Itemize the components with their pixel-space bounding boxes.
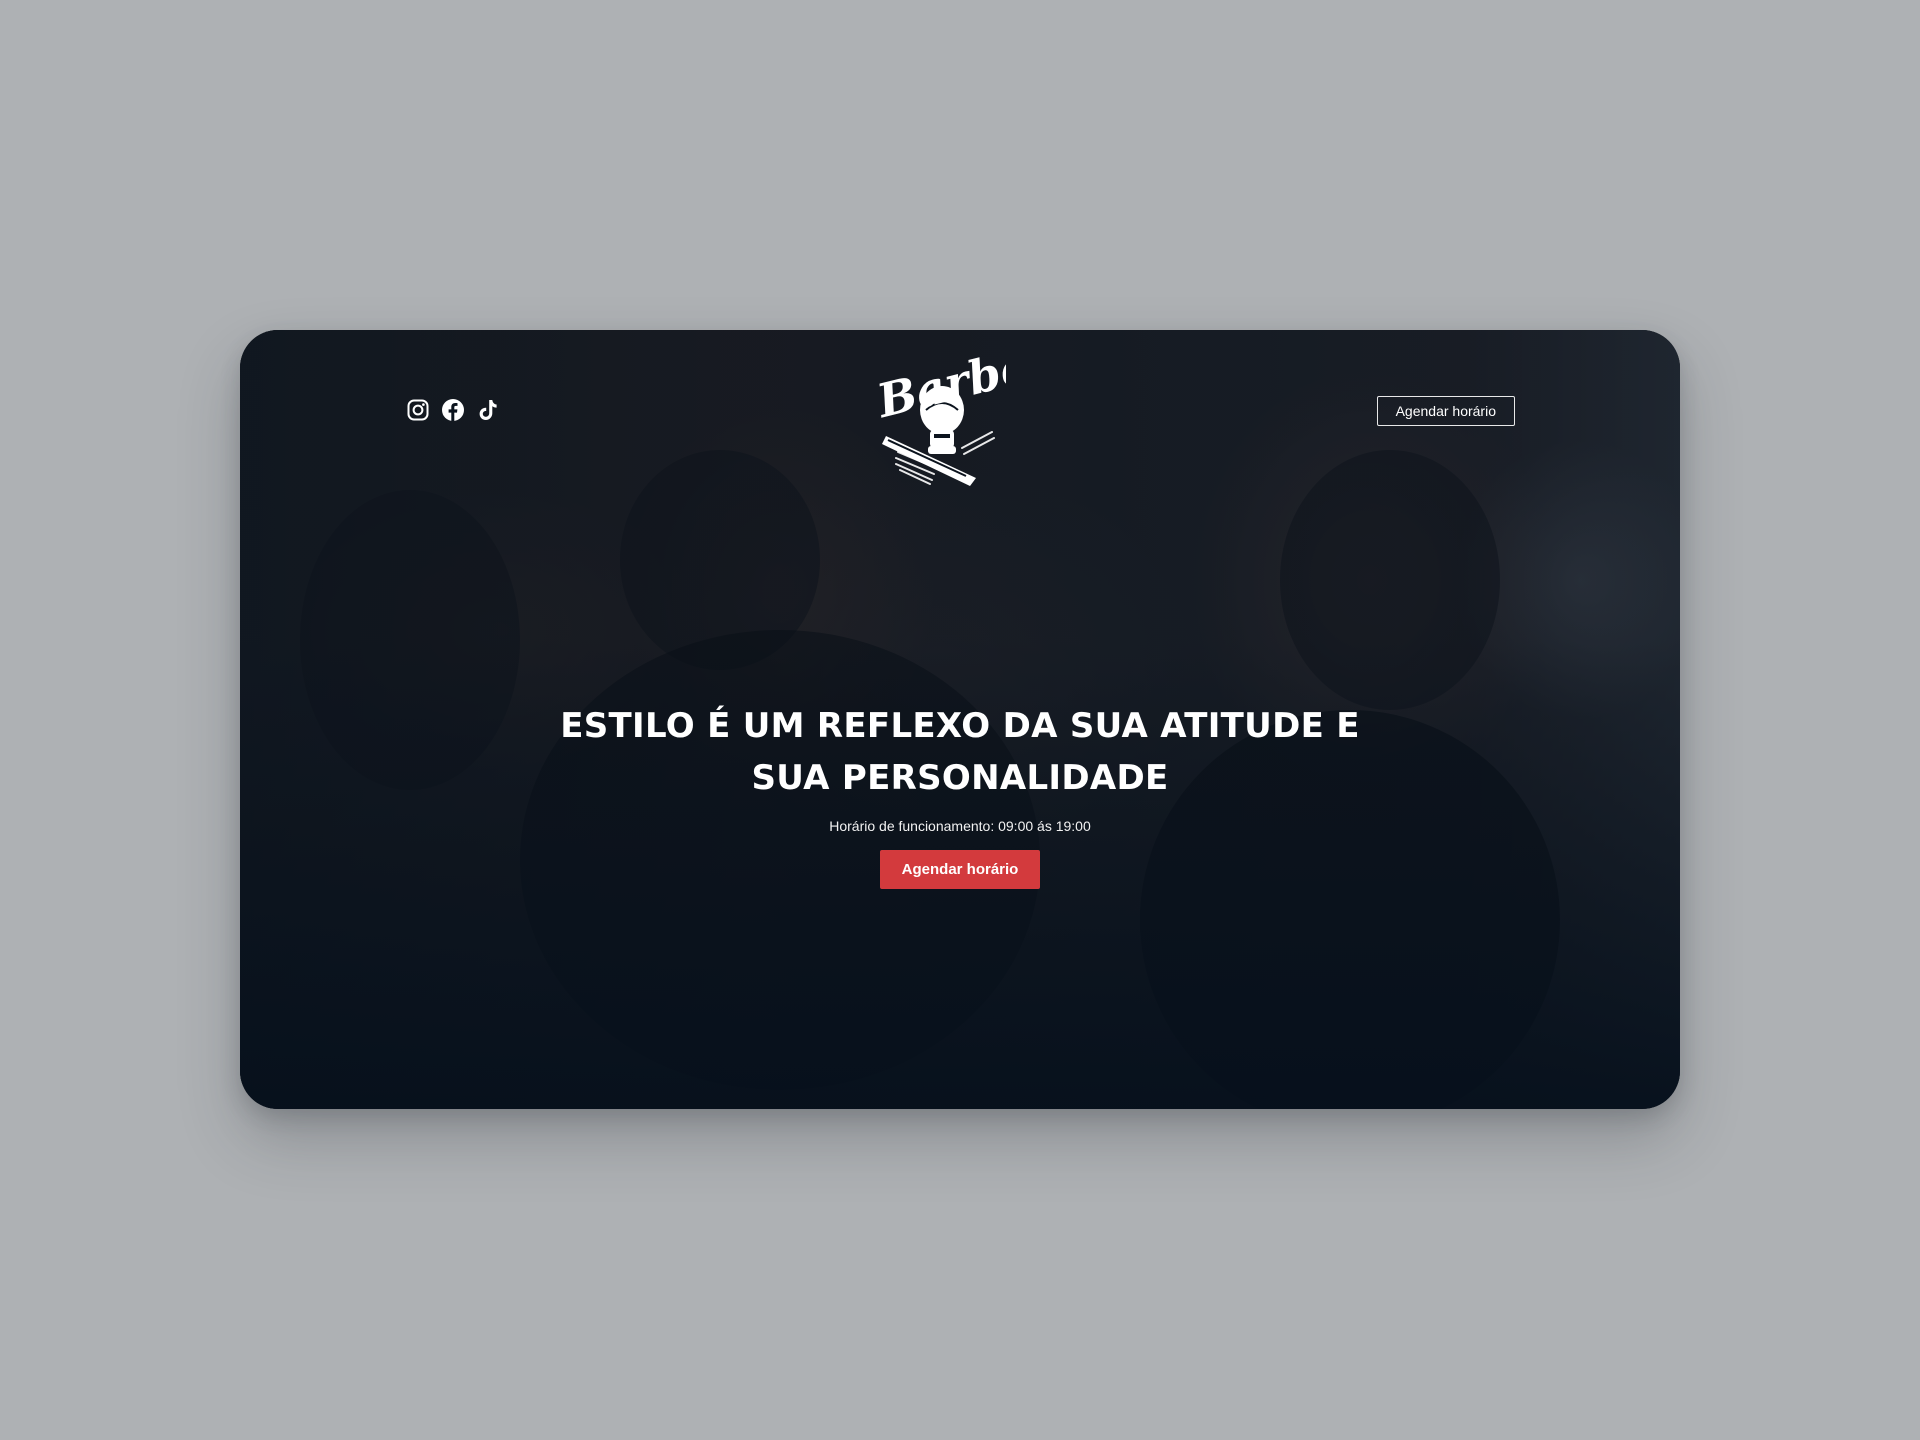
hero-schedule-button[interactable]: Agendar horário [879,850,1041,889]
page-background: Barber Agendar horário ESTILO É UM REFLE… [0,0,1920,1440]
social-links [406,398,500,422]
tiktok-icon [479,400,497,420]
tiktok-link[interactable] [476,398,500,422]
instagram-link[interactable] [406,398,430,422]
hero-content: ESTILO É UM REFLEXO DA SUA ATITUDE E SUA… [240,700,1680,889]
instagram-icon [407,399,429,421]
barber-logo-icon: Barber [870,332,1062,486]
hero-headline: ESTILO É UM REFLEXO DA SUA ATITUDE E SUA… [560,700,1360,804]
hero-headline-line-1: ESTILO É UM REFLEXO DA SUA ATITUDE E [560,706,1360,746]
opening-hours: Horário de funcionamento: 09:00 ás 19:00 [829,818,1091,834]
hero-card: Barber Agendar horário ESTILO É UM REFLE… [240,330,1680,1109]
hero-headline-line-2: SUA PERSONALIDADE [751,758,1169,798]
svg-text:Barber: Barber [870,336,1006,429]
header-schedule-button[interactable]: Agendar horário [1376,396,1515,426]
barber-logo[interactable]: Barber [866,332,1062,496]
facebook-link[interactable] [441,398,465,422]
facebook-icon [442,399,464,421]
